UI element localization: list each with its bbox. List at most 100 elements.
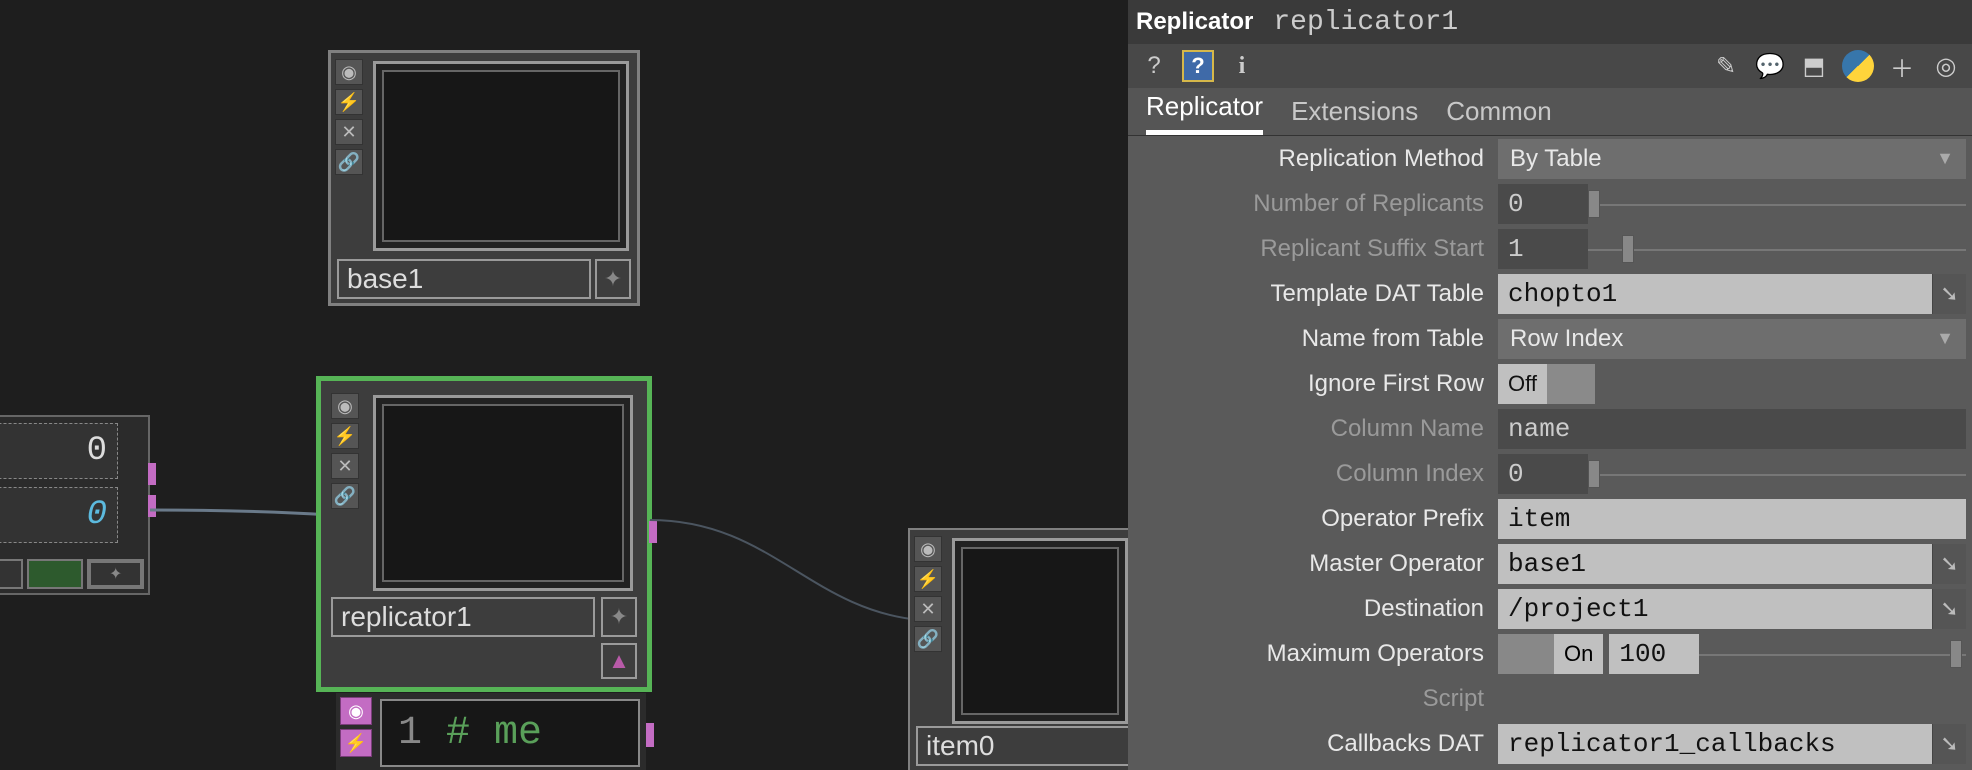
toggle-max-ops[interactable]: On bbox=[1554, 634, 1603, 674]
toggle-pad[interactable] bbox=[1547, 364, 1595, 404]
param-destination: Destination ➘ bbox=[1128, 586, 1972, 631]
input-destination[interactable] bbox=[1498, 589, 1932, 629]
node-expand-button[interactable]: ✦ bbox=[595, 259, 631, 299]
param-column-index: Column Index bbox=[1128, 451, 1972, 496]
param-label: Maximum Operators bbox=[1128, 640, 1498, 668]
tab-replicator[interactable]: Replicator bbox=[1146, 91, 1263, 135]
dropdown-value: By Table bbox=[1510, 145, 1602, 173]
node-callbacks-dat[interactable]: ◉ ⚡ 1 # me bbox=[336, 693, 646, 770]
parameter-header: Replicator bbox=[1128, 0, 1972, 44]
param-column-name: Column Name bbox=[1128, 406, 1972, 451]
input-master-operator[interactable] bbox=[1498, 544, 1932, 584]
toggle-ignore-first[interactable]: Off bbox=[1498, 364, 1547, 404]
node-flag-lock[interactable]: ✕ bbox=[335, 119, 363, 145]
param-replication-method: Replication Method By Table ▼ bbox=[1128, 136, 1972, 181]
param-max-operators: Maximum Operators On bbox=[1128, 631, 1972, 676]
node-viewer[interactable] bbox=[373, 61, 629, 251]
node-viewer[interactable] bbox=[373, 395, 633, 591]
node-flag-viewer[interactable]: ◉ bbox=[914, 536, 942, 562]
node-chop-partial[interactable]: 0 0 ✦ bbox=[0, 415, 150, 595]
input-column-name[interactable] bbox=[1498, 409, 1966, 449]
help-wiki-icon[interactable]: ? bbox=[1182, 50, 1214, 82]
tag-icon[interactable]: ⬒ bbox=[1798, 50, 1830, 82]
input-operator-prefix[interactable] bbox=[1498, 499, 1966, 539]
param-template-dat: Template DAT Table ➘ bbox=[1128, 271, 1972, 316]
input-suffix-start[interactable] bbox=[1498, 229, 1588, 269]
tab-common[interactable]: Common bbox=[1446, 96, 1551, 135]
param-master-operator: Master Operator ➘ bbox=[1128, 541, 1972, 586]
node-flag-viewer[interactable]: ◉ bbox=[331, 393, 359, 419]
output-connector[interactable] bbox=[649, 521, 657, 543]
output-connector-2[interactable] bbox=[148, 495, 156, 517]
param-callbacks-dat: Callbacks DAT ➘ bbox=[1128, 721, 1972, 766]
goto-op-icon[interactable]: ➘ bbox=[1932, 589, 1966, 629]
python-icon[interactable] bbox=[1842, 50, 1874, 82]
operator-name-field[interactable] bbox=[1267, 5, 1964, 40]
param-label: Name from Table bbox=[1128, 325, 1498, 353]
chop-foot-2[interactable]: ✦ bbox=[87, 559, 144, 589]
info-icon[interactable]: i bbox=[1226, 50, 1258, 82]
node-flag-viewer[interactable]: ◉ bbox=[335, 59, 363, 85]
node-viewer[interactable] bbox=[952, 538, 1128, 724]
operator-type-label: Replicator bbox=[1136, 8, 1253, 36]
dropdown-name-from-table[interactable]: Row Index ▼ bbox=[1498, 319, 1966, 359]
param-label: Template DAT Table bbox=[1128, 280, 1498, 308]
param-label: Number of Replicants bbox=[1128, 190, 1498, 218]
pulse-icon[interactable]: ▲ bbox=[608, 648, 630, 674]
node-flag-clone[interactable]: ⚡ bbox=[335, 89, 363, 115]
goto-op-icon[interactable]: ➘ bbox=[1932, 724, 1966, 764]
param-script: Script bbox=[1128, 676, 1972, 721]
target-icon[interactable]: ◎ bbox=[1930, 50, 1962, 82]
node-flag-lock[interactable]: ✕ bbox=[331, 453, 359, 479]
slider-suffix-start[interactable] bbox=[1588, 229, 1966, 269]
node-flag-viewer[interactable]: ◉ bbox=[340, 697, 372, 725]
input-column-index[interactable] bbox=[1498, 454, 1588, 494]
line-number: 1 bbox=[398, 711, 422, 756]
node-flag-clone[interactable]: ⚡ bbox=[340, 729, 372, 757]
parameter-tabs: Replicator Extensions Common bbox=[1128, 88, 1972, 136]
dropdown-replication-method[interactable]: By Table ▼ bbox=[1498, 139, 1966, 179]
goto-op-icon[interactable]: ➘ bbox=[1932, 544, 1966, 584]
input-max-ops[interactable] bbox=[1609, 634, 1699, 674]
slider-column-index[interactable] bbox=[1588, 454, 1966, 494]
param-label: Replication Method bbox=[1128, 145, 1498, 173]
slider-num-replicants[interactable] bbox=[1588, 184, 1966, 224]
plus-icon[interactable]: ＋ bbox=[1886, 50, 1918, 82]
toggle-pad[interactable] bbox=[1498, 634, 1554, 674]
node-flag-bypass[interactable]: 🔗 bbox=[331, 483, 359, 509]
node-flag-bypass[interactable]: 🔗 bbox=[914, 626, 942, 652]
parameter-toolbar: ? ? i ✎ 💬 ⬒ ＋ ◎ bbox=[1128, 44, 1972, 88]
edit-icon[interactable]: ✎ bbox=[1710, 50, 1742, 82]
comment-icon[interactable]: 💬 bbox=[1754, 50, 1786, 82]
slider-max-ops[interactable] bbox=[1699, 634, 1966, 674]
node-expand-button[interactable]: ✦ bbox=[601, 597, 637, 637]
node-name-field[interactable]: replicator1 bbox=[331, 597, 595, 637]
param-label: Column Index bbox=[1128, 460, 1498, 488]
output-connector[interactable] bbox=[148, 463, 156, 485]
node-name-field[interactable]: base1 bbox=[337, 259, 591, 299]
code-comment: # me bbox=[446, 711, 542, 756]
input-num-replicants[interactable] bbox=[1498, 184, 1588, 224]
node-name-field[interactable]: item0 bbox=[916, 726, 1130, 766]
network-editor[interactable]: 0 0 ✦ ◉ ⚡ ✕ 🔗 base1 ✦ ◉ bbox=[0, 0, 1128, 770]
param-label: Replicant Suffix Start bbox=[1128, 235, 1498, 263]
node-flag-clone[interactable]: ⚡ bbox=[331, 423, 359, 449]
goto-op-icon[interactable]: ➘ bbox=[1932, 274, 1966, 314]
param-label: Destination bbox=[1128, 595, 1498, 623]
tab-extensions[interactable]: Extensions bbox=[1291, 96, 1418, 135]
node-flag-bypass[interactable]: 🔗 bbox=[335, 149, 363, 175]
chop-foot-0[interactable] bbox=[0, 559, 23, 589]
dropdown-value: Row Index bbox=[1510, 325, 1623, 353]
node-base1[interactable]: ◉ ⚡ ✕ 🔗 base1 ✦ bbox=[328, 50, 640, 306]
input-callbacks-dat[interactable] bbox=[1498, 724, 1932, 764]
param-suffix-start: Replicant Suffix Start bbox=[1128, 226, 1972, 271]
node-replicator1[interactable]: ◉ ⚡ ✕ 🔗 replicator1 ✦ ▲ bbox=[316, 376, 652, 692]
input-template-dat[interactable] bbox=[1498, 274, 1932, 314]
node-item0[interactable]: ◉ ⚡ ✕ 🔗 item0 bbox=[908, 528, 1138, 770]
output-connector[interactable] bbox=[646, 723, 654, 747]
chop-foot-active[interactable] bbox=[27, 559, 84, 589]
param-num-replicants: Number of Replicants bbox=[1128, 181, 1972, 226]
help-icon[interactable]: ? bbox=[1138, 50, 1170, 82]
node-flag-clone[interactable]: ⚡ bbox=[914, 566, 942, 592]
node-flag-lock[interactable]: ✕ bbox=[914, 596, 942, 622]
